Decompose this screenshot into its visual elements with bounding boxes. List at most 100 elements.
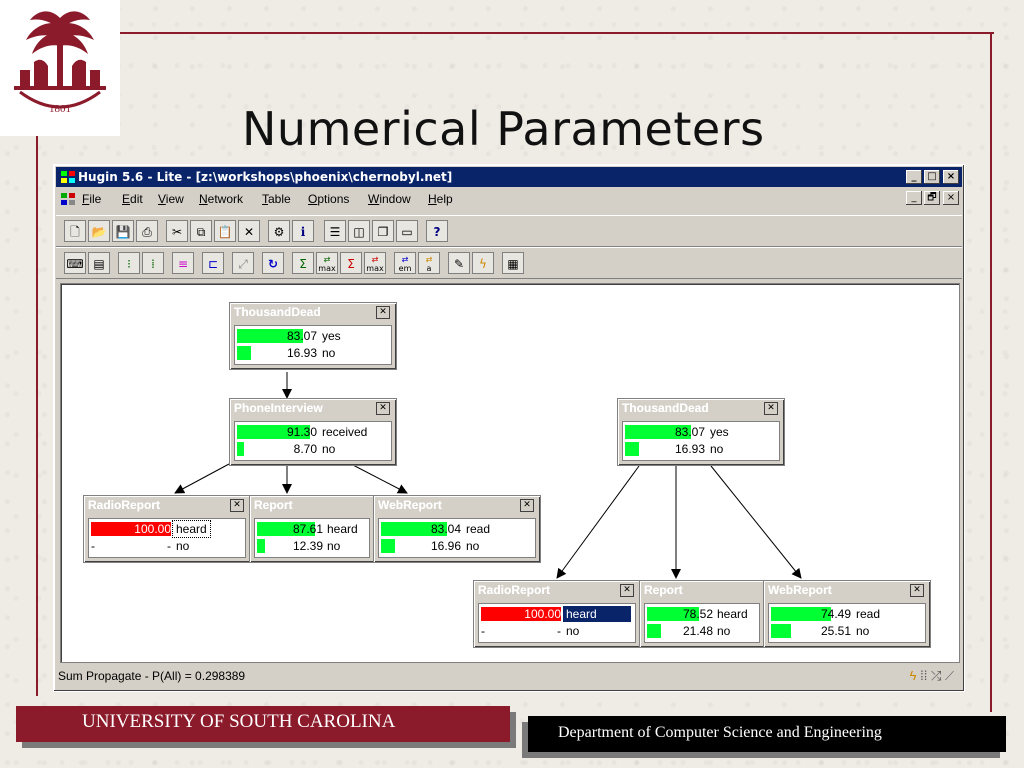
vertical-split-icon[interactable]: ◫ (348, 220, 370, 242)
help-icon[interactable]: ? (426, 220, 448, 242)
node-close-icon[interactable]: ✕ (376, 402, 390, 415)
node-radioreport-1[interactable]: RadioReport ✕ 100.00 heard - no - (83, 495, 251, 563)
resize-grip-icon[interactable]: ⟋ (945, 668, 954, 683)
max-propagate-icon[interactable]: ⇄ max (316, 252, 338, 274)
footer-university: UNIVERSITY OF SOUTH CAROLINA (16, 706, 510, 742)
node-close-icon[interactable]: ✕ (620, 584, 634, 597)
menu-table[interactable]: Table (262, 192, 291, 206)
node-title: WebReport (768, 583, 832, 597)
node-states: 100.00 heard - no - (478, 603, 636, 643)
node-close-icon[interactable]: ✕ (376, 306, 390, 319)
paste-icon[interactable]: 📋 (214, 220, 236, 242)
save-icon[interactable]: 💾 (112, 220, 134, 242)
mdi-minimize-button[interactable]: _ (906, 191, 922, 205)
menu-view[interactable]: View (158, 192, 184, 206)
frame-left-line (36, 136, 38, 696)
node-webreport-2[interactable]: WebReport ✕ 74.49 read 25.51 no (763, 580, 931, 648)
cascade-icon[interactable]: ❐ (372, 220, 394, 242)
sum-normal-icon[interactable]: Σ (340, 252, 362, 274)
node-list-icon[interactable]: ⁝ (118, 252, 140, 274)
menu-options[interactable]: Options (308, 192, 349, 206)
node-states: 100.00 heard - no - (88, 518, 246, 558)
properties-icon[interactable]: ⚙ (268, 220, 290, 242)
state-dash: - (91, 539, 95, 553)
mdi-restore-button[interactable]: 🗗 (924, 191, 940, 205)
node-states: 78.52 heard 21.48 no (644, 603, 760, 643)
node-thousanddead-1[interactable]: ThousandDead ✕ 83.07 yes 16.93 no (229, 302, 397, 370)
open-folder-icon[interactable]: 📂 (88, 220, 110, 242)
status-bar: Sum Propagate - P(All) = 0.298389 ϟ ⁞⁞ ⤮… (56, 665, 962, 687)
lightning-icon[interactable]: ϟ (472, 252, 494, 274)
edit-mode-icon[interactable]: ⌨ (64, 252, 86, 274)
network-toolbar: ⌨ ▤ ⁝ ⁞ ≡ ⊏ ⤢ ↻ Σ ⇄ max Σ ⇄ max ⇄ em ⇄ a ✎ ϟ… (56, 247, 962, 279)
slide-title: Numerical Parameters (242, 102, 765, 156)
node-report-1[interactable]: Report 87.61 heard 12.39 no (249, 495, 375, 563)
adaptation-icon[interactable]: ⇄ a (418, 252, 440, 274)
menu-edit[interactable]: Edit (122, 192, 143, 206)
lightning-status-icon: ϟ (909, 668, 917, 683)
window-title: Hugin 5.6 - Lite - [z:\workshops\phoenix… (78, 170, 453, 184)
node-states: 91.30 received 8.70 no (234, 421, 392, 461)
edge-td2-web (710, 465, 802, 579)
node-title: WebReport (378, 498, 442, 512)
node-title: PhoneInterview (234, 401, 323, 415)
node-states: 83.07 yes 16.93 no (234, 325, 392, 365)
mdi-close-button[interactable]: × (943, 191, 959, 205)
node-thousanddead-2[interactable]: ThousandDead ✕ 83.07 yes 16.93 no (617, 398, 785, 466)
retract-icon[interactable]: ⤢ (232, 252, 254, 274)
pencil-icon[interactable]: ✎ (448, 252, 470, 274)
node-webreport-1[interactable]: WebReport ✕ 83.04 read 16.96 no (373, 495, 541, 563)
university-logo: 1801 (0, 0, 120, 136)
network-canvas[interactable]: ThousandDead ✕ 83.07 yes 16.93 no PhoneInt… (60, 283, 960, 663)
node-close-icon[interactable]: ✕ (230, 499, 244, 512)
node-report-2[interactable]: Report 78.52 heard 21.48 no (639, 580, 765, 648)
info-icon[interactable]: i (292, 220, 314, 242)
document-icon[interactable] (60, 192, 76, 206)
node-radioreport-2[interactable]: RadioReport ✕ 100.00 heard - no - (473, 580, 641, 648)
node-title: Report (644, 583, 683, 597)
menu-file[interactable]: File (82, 192, 101, 206)
initialize-icon[interactable]: ↻ (262, 252, 284, 274)
hugin-window: Hugin 5.6 - Lite - [z:\workshops\phoenix… (53, 164, 965, 692)
menu-network[interactable]: Network (199, 192, 243, 206)
table-view-icon[interactable]: ▦ (502, 252, 524, 274)
maximize-button[interactable]: □ (924, 170, 940, 184)
expand-icon[interactable]: ⊏ (202, 252, 224, 274)
frame-right-line (990, 32, 992, 712)
logo-year: 1801 (49, 103, 71, 115)
monitor-icon[interactable]: ≡ (172, 252, 194, 274)
edge-pi-web (350, 463, 408, 494)
em-learning-icon[interactable]: ⇄ em (394, 252, 416, 274)
close-button[interactable]: × (943, 170, 959, 184)
cut-icon[interactable]: ✂ (166, 220, 188, 242)
copy-icon[interactable]: ⧉ (190, 220, 212, 242)
hugin-app-icon (61, 171, 75, 183)
node-states: 74.49 read 25.51 no (768, 603, 926, 643)
node-grid-icon[interactable]: ⁞ (142, 252, 164, 274)
delete-icon[interactable]: ✕ (238, 220, 260, 242)
window-titlebar[interactable]: Hugin 5.6 - Lite - [z:\workshops\phoenix… (56, 167, 962, 187)
new-file-icon[interactable]: 🗋 (64, 220, 86, 242)
run-mode-icon[interactable]: ▤ (88, 252, 110, 274)
frame-top-line (118, 32, 994, 34)
network-status-icon: ⤮ (930, 668, 942, 683)
horizontal-split-icon[interactable]: ☰ (324, 220, 346, 242)
node-states: 83.07 yes 16.93 no (622, 421, 780, 461)
main-toolbar: 🗋 📂 💾 ⎙ ✂ ⧉ 📋 ✕ ⚙ i ☰ ◫ ❐ ▭ ? (56, 215, 962, 247)
max-normal-icon[interactable]: ⇄ max (364, 252, 386, 274)
node-title: RadioReport (88, 498, 160, 512)
node-states: 83.04 read 16.96 no (378, 518, 536, 558)
menu-help[interactable]: Help (428, 192, 453, 206)
palmetto-logo-icon: 1801 (14, 11, 106, 115)
node-close-icon[interactable]: ✕ (764, 402, 778, 415)
menu-window[interactable]: Window (368, 192, 411, 206)
node-close-icon[interactable]: ✕ (910, 584, 924, 597)
sum-propagate-icon[interactable]: Σ (292, 252, 314, 274)
print-icon[interactable]: ⎙ (136, 220, 158, 242)
node-close-icon[interactable]: ✕ (520, 499, 534, 512)
minimize-button[interactable]: _ (906, 170, 922, 184)
grid-status-icon: ⁞⁞ (920, 668, 928, 683)
minimize-all-icon[interactable]: ▭ (396, 220, 418, 242)
node-phoneinterview[interactable]: PhoneInterview ✕ 91.30 received 8.70 no (229, 398, 397, 466)
status-icons: ϟ ⁞⁞ ⤮ ⟋ (910, 668, 954, 684)
